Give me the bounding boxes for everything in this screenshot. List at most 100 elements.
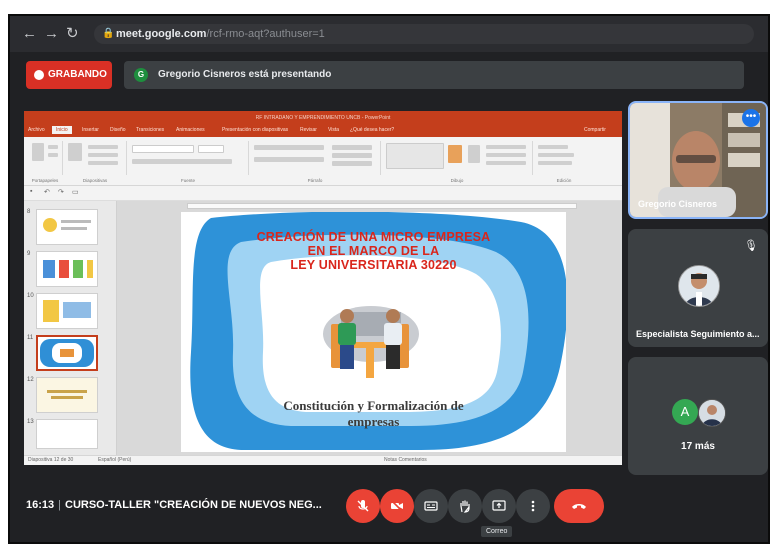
ribbon-group: Edición — [534, 141, 594, 183]
present-icon — [492, 500, 506, 511]
ruler — [187, 203, 577, 209]
ppt-ribbon: Portapapeles Diapositivas Fuente Párrafo… — [24, 137, 622, 186]
ppt-tab: Archivo — [28, 127, 45, 133]
slide-number: 10 — [27, 293, 34, 299]
more-vert-icon — [531, 500, 535, 512]
slide-title-line: EN EL MARCO DE LA — [307, 244, 440, 258]
presenting-text: Gregorio Cisneros está presentando — [158, 69, 332, 80]
ribbon-group: Diapositivas — [64, 141, 127, 183]
slide-thumbnail-selected[interactable] — [36, 335, 98, 371]
start-slideshow-icon[interactable]: ▭ — [72, 188, 79, 196]
avatar — [678, 265, 720, 307]
ppt-tab: Animaciones — [176, 127, 205, 133]
lock-icon: 🔒 — [102, 28, 115, 39]
slide-thumbnail[interactable] — [36, 377, 98, 413]
ribbon-group: Fuente — [128, 141, 249, 183]
avatar — [698, 399, 726, 427]
ppt-tab: Insertar — [82, 127, 99, 133]
presenting-banner: G Gregorio Cisneros está presentando — [124, 61, 744, 89]
slide-number: 8 — [27, 209, 31, 215]
slide-thumbnail[interactable] — [36, 293, 98, 329]
presenter-avatar: G — [134, 68, 148, 82]
status-bar: GRABANDO G Gregorio Cisneros está presen… — [10, 52, 768, 98]
redo-icon[interactable]: ↷ — [58, 188, 64, 196]
slide-editor: CREACIÓN DE UNA MICRO EMPRESA EN EL MARC… — [117, 201, 622, 455]
ppt-tab: Vista — [328, 127, 340, 133]
slide-thumbnail[interactable] — [36, 251, 98, 287]
slide-thumbnail[interactable] — [36, 419, 98, 449]
browser-toolbar: ← → ↻ 🔒 meet.google.com/rcf-rmo-aqt?auth… — [10, 16, 768, 52]
url-host: meet.google.com — [116, 28, 207, 40]
recording-badge[interactable]: GRABANDO — [26, 61, 112, 89]
url-path: /rcf-rmo-aqt?authuser=1 — [206, 28, 325, 40]
slide-counter: Diapositiva 12 de 30 — [28, 457, 74, 463]
meeting-time: 16:13 — [26, 499, 55, 511]
meeting-controls-bar: 16:13 | CURSO-TALLER "CREACIÓN DE NUEVOS N… — [10, 484, 768, 542]
camera-off-icon — [391, 500, 403, 512]
leave-call-button[interactable] — [554, 489, 604, 523]
captions-icon — [424, 501, 438, 511]
participant-tile-overflow[interactable]: A 17 más — [628, 357, 768, 475]
save-icon[interactable]: ▪ — [30, 188, 32, 195]
ppt-tab: Revisar — [300, 127, 317, 133]
ppt-tab: ¿Qué desea hacer? — [350, 127, 395, 133]
captions-button[interactable] — [414, 489, 448, 523]
shared-screen: RF INTRADANO Y EMPRENDIMIENTO UNCB - Pow… — [24, 111, 622, 465]
raise-hand-icon — [460, 500, 470, 513]
more-options-button[interactable] — [516, 489, 550, 523]
ppt-tab: Transiciones — [136, 127, 165, 133]
camera-toggle-button[interactable] — [380, 489, 414, 523]
undo-icon[interactable]: ↶ — [44, 188, 50, 196]
slide-subtitle-line: Constitución y Formalización de — [283, 398, 464, 413]
record-icon — [34, 70, 44, 80]
mic-off-icon: 🎙 — [744, 240, 758, 252]
meeting-title[interactable]: CURSO-TALLER "CREACIÓN DE NUEVOS NEG... — [65, 499, 322, 511]
end-call-icon — [572, 504, 586, 509]
participant-tile[interactable]: 🎙 Especialista Seguimiento a... — [628, 229, 768, 347]
participant-name: Gregorio Cisneros — [638, 199, 718, 209]
separator: | — [58, 499, 61, 511]
ribbon-group: Párrafo — [250, 141, 381, 183]
slide-thumbnails: 8 9 10 11 12 13 — [24, 201, 117, 455]
recording-label: GRABANDO — [48, 69, 107, 80]
current-slide: CREACIÓN DE UNA MICRO EMPRESA EN EL MARC… — [181, 212, 566, 452]
forward-icon[interactable]: → — [44, 25, 59, 43]
ppt-status-bar: Diapositiva 12 de 30 Español (Perú) Nota… — [24, 455, 622, 465]
avatar: A — [672, 399, 698, 425]
meet-window: ← → ↻ 🔒 meet.google.com/rcf-rmo-aqt?auth… — [8, 14, 770, 544]
slide-subtitle: Constitución y Formalización de empresas — [181, 398, 566, 430]
ppt-ribbon-tabs: Archivo Inicio Insertar Diseño Transicio… — [24, 125, 622, 137]
quick-access-toolbar: ▪ ↶ ↷ ▭ — [24, 186, 622, 201]
slide-number: 11 — [27, 335, 34, 341]
ribbon-group: Portapapeles — [28, 141, 63, 183]
ribbon-group: Dibujo — [382, 141, 533, 183]
meeting-info: 16:13 | CURSO-TALLER "CREACIÓN DE NUEVOS N… — [26, 499, 322, 511]
ppt-tab: Diseño — [110, 127, 126, 133]
more-options-icon[interactable]: ••• — [742, 109, 760, 127]
slide-thumbnail[interactable] — [36, 209, 98, 245]
mic-toggle-button[interactable] — [346, 489, 380, 523]
ppt-tab: Presentación con diapositivas — [222, 127, 289, 133]
slide-number: 13 — [27, 419, 34, 425]
address-bar[interactable]: 🔒 meet.google.com/rcf-rmo-aqt?authuser=1 — [94, 24, 754, 44]
back-icon[interactable]: ← — [22, 25, 37, 43]
slide-subtitle-line: empresas — [347, 414, 400, 429]
participant-tile-presenter[interactable]: ••• Gregorio Cisneros — [628, 101, 768, 219]
ppt-tab: Compartir — [584, 127, 606, 133]
slide-title-line: CREACIÓN DE UNA MICRO EMPRESA — [256, 230, 491, 244]
ppt-tab: Inicio — [52, 126, 72, 134]
notes-comments[interactable]: Notas Comentarios — [384, 457, 427, 463]
present-now-button[interactable] — [482, 489, 516, 523]
ppt-title-bar: RF INTRADANO Y EMPRENDIMIENTO UNCB - Pow… — [24, 111, 622, 125]
tooltip: Correo — [481, 526, 513, 537]
more-participants-count: 17 más — [681, 441, 715, 452]
slide-number: 12 — [27, 377, 34, 383]
raise-hand-button[interactable] — [448, 489, 482, 523]
mic-off-icon — [357, 500, 369, 512]
language-status: Español (Perú) — [98, 457, 132, 463]
slide-number: 9 — [27, 251, 31, 257]
slide-title: CREACIÓN DE UNA MICRO EMPRESA EN EL MARC… — [181, 230, 566, 272]
slide-title-line: LEY UNIVERSITARIA 30220 — [290, 258, 457, 272]
reload-icon[interactable]: ↻ — [66, 25, 79, 43]
participant-name: Especialista Seguimiento a... — [636, 329, 760, 339]
